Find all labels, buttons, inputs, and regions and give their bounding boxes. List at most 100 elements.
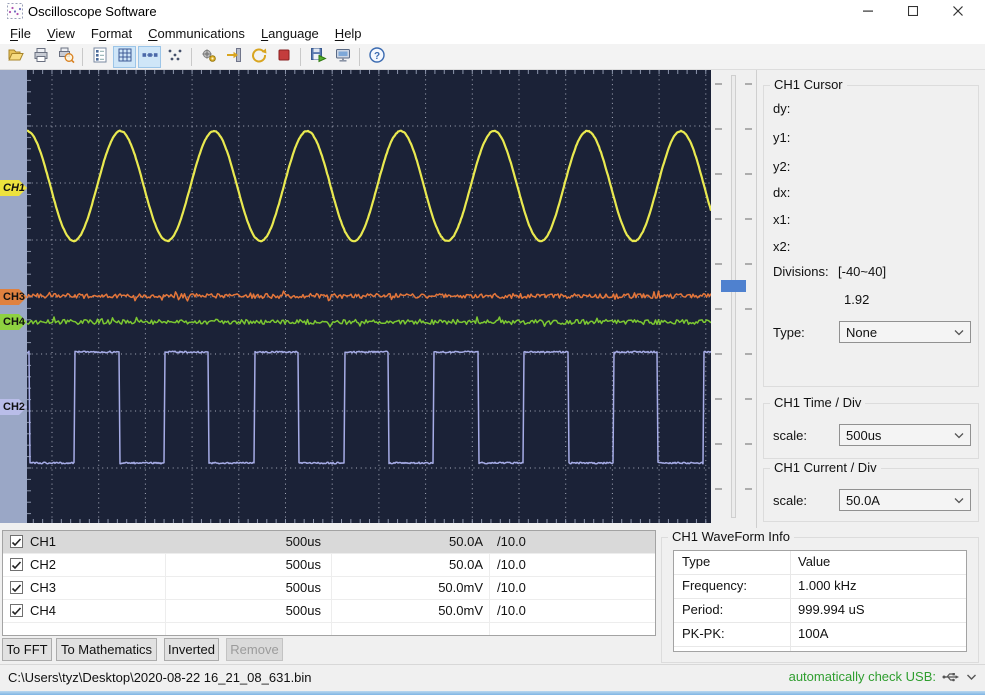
channel-tag-ch3[interactable]: CH3 [0,289,27,305]
minimize-icon [862,10,873,12]
info-header-row: Type Value [674,551,966,575]
currentdiv-select[interactable]: 50.0A [839,489,971,511]
cursor-field-x2: x2: [773,239,791,254]
cursor-type-select[interactable]: None [839,321,971,343]
slider-ticks-right [745,83,752,513]
usb-icon [942,672,959,681]
slider-ticks-left [715,83,722,513]
currentdiv-groupbox: CH1 Current / Div scale: 50.0A [763,460,979,522]
toolbar-dotted-line-button[interactable] [138,45,161,68]
connect-device-icon [225,46,243,67]
waveform-info-title: CH1 WaveForm Info [668,529,794,544]
slider-handle[interactable] [721,280,746,292]
info-row: Period: 999.994 uS [674,599,966,623]
toolbar-grid-display-button[interactable] [113,45,136,68]
menu-item-file[interactable]: File [3,23,38,44]
info-type: Period: [682,602,724,617]
info-row: Frequency: 1.000 kHz [674,575,966,599]
menu-bar: File View Format Communications Language Help [0,22,985,44]
toolbar-separator [300,47,301,66]
toolbar-screen-capture-button[interactable] [331,46,354,68]
timediv-value: 500us [846,427,882,443]
channel-scale: 50.0mV [438,603,483,618]
channel-tag-ch1[interactable]: CH1 [0,180,27,196]
refresh-icon [250,46,268,67]
cursor-field-y1: y1: [773,130,791,145]
table-row-ch2[interactable]: CH2 500us 50.0A/10.0 [3,554,655,577]
dotted-line-icon [141,46,159,67]
channel-probe-ratio: /10.0 [497,557,526,572]
toolbar: ? [0,44,985,70]
toolbar-print-preview-button[interactable] [54,46,77,68]
channel-tag-ch4[interactable]: CH4 [0,314,27,330]
chevron-down-icon [954,497,964,503]
table-row-ch4[interactable]: CH4 500us 50.0mV/10.0 [3,600,655,623]
print-icon [32,46,50,67]
save-data-icon [309,46,327,67]
timediv-select[interactable]: 500us [839,424,971,446]
maximize-icon [907,6,918,16]
timediv-groupbox: CH1 Time / Div scale: 500us [763,395,979,459]
info-row: PK-PK: 100A [674,623,966,647]
currentdiv-scale-label: scale: [773,493,807,508]
currentdiv-value: 50.0A [846,492,880,508]
channel-tag-ch2[interactable]: CH2 [0,399,27,415]
menu-item-communications[interactable]: Communications [141,23,252,44]
divisions-range: [-40~40] [838,264,887,279]
toolbar-separator [359,47,360,66]
channel-timediv: 500us [285,603,321,618]
toolbar-channel-list-button[interactable] [88,46,111,68]
info-value: 1.000 kHz [798,578,857,593]
stop-icon [275,46,293,67]
toolbar-help-button[interactable]: ? [365,46,388,68]
timediv-scale-label: scale: [773,428,807,443]
toolbar-refresh-button[interactable] [247,46,270,68]
usb-check-label: automatically check USB: [788,669,936,684]
toolbar-connect-device-button[interactable] [222,46,245,68]
app-window: Oscilloscope Software File View Format Comm… [0,0,985,695]
menu-item-view[interactable]: View [40,23,82,44]
screen-capture-icon [334,46,352,67]
menu-item-help[interactable]: Help [328,23,369,44]
table-row-ch3[interactable]: CH3 500us 50.0mV/10.0 [3,577,655,600]
to-fft-button[interactable]: To FFT [2,638,52,661]
cursor-field-x1: x1: [773,212,791,227]
grid-display-icon [116,46,134,67]
cursor-field-y2: y2: [773,159,791,174]
channel-scale: 50.0A [449,557,483,572]
toolbar-open-file-button[interactable] [4,46,27,68]
timediv-groupbox-title: CH1 Time / Div [770,395,866,410]
channel-probe-ratio: /10.0 [497,580,526,595]
channel-probe-ratio: /10.0 [497,603,526,618]
window-title: Oscilloscope Software [28,4,157,19]
app-icon [7,3,23,19]
help-icon: ? [368,46,386,67]
status-bar: C:\Users\tyz\Desktop\2020-08-22 16_21_08… [0,664,985,691]
toolbar-save-data-button[interactable] [306,46,329,68]
toolbar-separator [82,47,83,66]
table-row-ch1[interactable]: CH1 500us 50.0A/10.0 [3,531,655,554]
toolbar-print-button[interactable] [29,46,52,68]
info-type: Frequency: [682,578,748,593]
menu-item-language[interactable]: Language [254,23,326,44]
maximize-button[interactable] [895,0,930,22]
print-preview-icon [57,46,75,67]
inverted-button[interactable]: Inverted [164,638,219,661]
waveform-info-groupbox: CH1 WaveForm Info Type Value Frequency: 1.0… [661,529,979,663]
usb-dropdown-chevron-icon[interactable] [966,673,977,681]
info-value: Value [798,554,831,569]
close-button[interactable] [940,0,975,22]
info-type: Type [682,554,711,569]
minimize-button[interactable] [850,0,885,22]
toolbar-settings-button[interactable] [197,46,220,68]
slider-track[interactable] [731,75,736,518]
channel-list-icon [91,46,109,67]
close-icon [952,6,963,16]
to-mathematics-button[interactable]: To Mathematics [56,638,157,661]
menu-item-format[interactable]: Format [84,23,139,44]
cursor-type-value: None [846,324,878,340]
toolbar-sample-points-button[interactable] [163,46,186,68]
channel-scale: 50.0mV [438,580,483,595]
toolbar-stop-button[interactable] [272,46,295,68]
scope-display[interactable] [26,70,713,523]
